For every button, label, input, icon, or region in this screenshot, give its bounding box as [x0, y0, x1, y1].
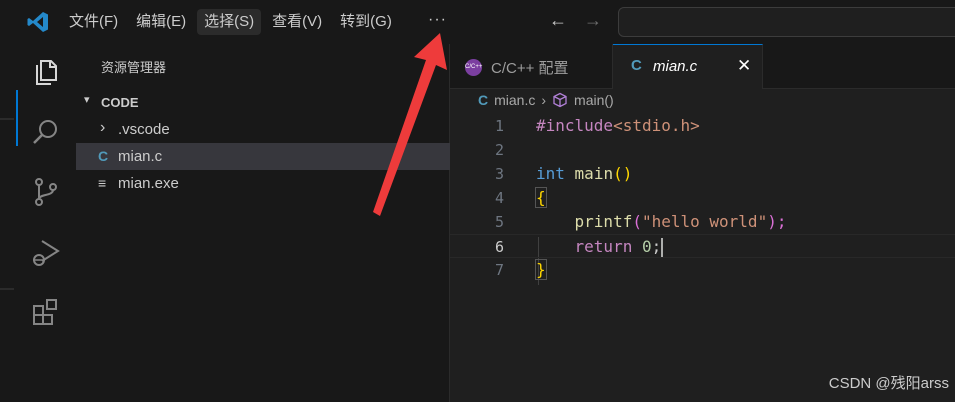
text-cursor — [661, 238, 664, 257]
breadcrumb-symbol[interactable]: main() — [574, 92, 614, 108]
file-name: mian.c — [118, 148, 163, 165]
code-line: 1 #include<stdio.h> — [450, 114, 955, 138]
line-number: 7 — [494, 261, 504, 279]
c-file-icon: C — [478, 92, 489, 108]
menu-selection[interactable]: 选择(S) — [197, 9, 262, 35]
folder-header-code[interactable]: ▾ CODE — [76, 92, 450, 114]
close-icon[interactable]: ✕ — [737, 56, 751, 76]
code-line: 2 — [450, 138, 955, 162]
menu-bar: 文件(F) 编辑(E) 选择(S) 查看(V) 转到(G) — [62, 9, 399, 35]
code-line: 7 } — [450, 258, 955, 282]
explorer-icon[interactable] — [30, 56, 62, 88]
line-number: 2 — [494, 141, 504, 159]
source-control-icon[interactable] — [30, 176, 62, 208]
active-indicator — [16, 90, 18, 146]
open-brace: { — [535, 187, 547, 208]
line-number: 6 — [494, 238, 504, 256]
tab-cpp-config[interactable]: C/C++ C/C++ 配置 — [450, 44, 613, 89]
divider — [0, 118, 14, 120]
code-line-current: 6 return 0; — [450, 234, 955, 258]
breadcrumb: C mian.c › main() — [478, 92, 614, 108]
activity-bar — [0, 44, 76, 402]
method-cube-icon — [553, 92, 567, 108]
tab-bar: C/C++ C/C++ 配置 C mian.c ✕ — [450, 44, 955, 89]
breadcrumb-separator: › — [541, 92, 547, 108]
include-directive: #include — [536, 116, 614, 135]
binary-file-icon: ≡ — [98, 175, 107, 191]
keyword-return: return — [574, 237, 633, 256]
line-number: 1 — [494, 117, 504, 135]
nav-forward-icon[interactable]: → — [584, 10, 602, 31]
menu-file[interactable]: 文件(F) — [62, 9, 125, 35]
watermark: CSDN @残阳arss — [828, 375, 949, 392]
nav-back-icon[interactable]: ← — [549, 10, 567, 31]
line-number: 5 — [494, 213, 504, 231]
menu-view[interactable]: 查看(V) — [265, 9, 329, 35]
function-main: main — [574, 164, 614, 183]
command-center-search[interactable] — [618, 7, 955, 37]
code-line: 4 { — [450, 186, 955, 210]
extensions-icon[interactable] — [30, 296, 62, 328]
include-target: <stdio.h> — [613, 116, 700, 135]
keyword-int: int — [536, 164, 565, 183]
paren-close: ); — [767, 212, 787, 231]
tree-item-mian-c[interactable]: C mian.c — [76, 143, 450, 170]
tree-item-mian-exe[interactable]: ≡ mian.exe — [76, 170, 450, 197]
file-name: mian.exe — [118, 175, 179, 192]
string-literal: "hello world" — [641, 212, 768, 231]
breadcrumb-file[interactable]: mian.c — [494, 92, 535, 108]
more-menu-icon[interactable]: ··· — [428, 11, 447, 29]
number-literal: 0 — [641, 237, 652, 256]
tab-label: C/C++ 配置 — [491, 60, 569, 77]
tab-label: mian.c — [653, 58, 698, 75]
editor-area: C/C++ C/C++ 配置 C mian.c ✕ C mian.c › mai… — [450, 44, 955, 402]
run-debug-icon[interactable] — [30, 236, 62, 268]
c-file-icon: C — [631, 57, 642, 74]
explorer-sidebar: 资源管理器 ▾ CODE › .vscode C mian.c ≡ mian.e… — [76, 44, 450, 402]
sidebar-title: 资源管理器 — [101, 60, 167, 75]
parens: () — [613, 164, 633, 183]
code-line: 3 int main() — [450, 162, 955, 186]
menu-go[interactable]: 转到(G) — [333, 9, 399, 35]
file-name: .vscode — [118, 121, 170, 138]
semicolon: ; — [651, 237, 662, 256]
line-number: 3 — [494, 165, 504, 183]
code-line: 5 printf("hello world"); — [450, 210, 955, 234]
divider — [0, 288, 14, 290]
c-file-icon: C — [98, 148, 109, 164]
tab-mian-c[interactable]: C mian.c ✕ — [613, 44, 763, 89]
paren-open: ( — [632, 212, 642, 231]
search-icon[interactable] — [30, 116, 62, 148]
function-printf: printf — [574, 212, 633, 231]
close-brace: } — [535, 259, 547, 280]
folder-label: CODE — [101, 95, 139, 110]
menu-edit[interactable]: 编辑(E) — [129, 9, 193, 35]
chevron-down-icon: ▾ — [84, 94, 90, 106]
title-bar: 文件(F) 编辑(E) 选择(S) 查看(V) 转到(G) ··· ← → — [0, 0, 955, 44]
chevron-right-icon: › — [100, 119, 106, 136]
cpp-extension-icon: C/C++ — [465, 59, 482, 76]
line-number: 4 — [494, 189, 504, 207]
tree-item-vscode[interactable]: › .vscode — [76, 116, 450, 143]
vscode-logo-icon[interactable] — [26, 10, 50, 34]
